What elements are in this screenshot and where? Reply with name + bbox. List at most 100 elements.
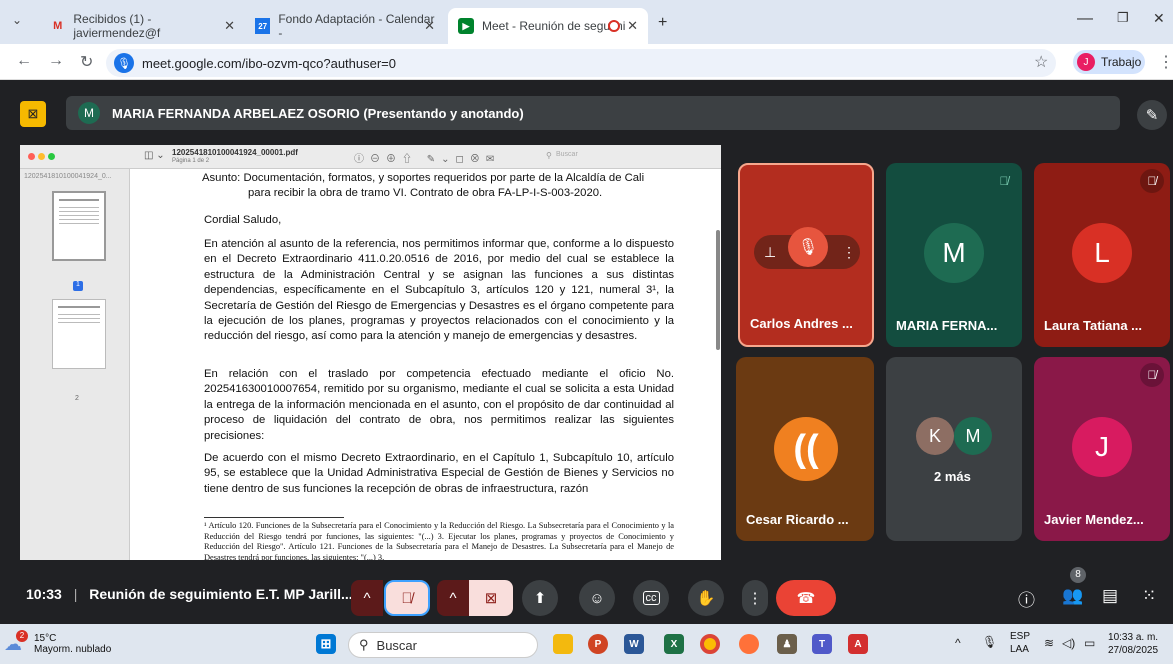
participant-tile[interactable]: 🎙̸ M MARIA FERNA... [886,163,1022,347]
url-text: meet.google.com/ibo-ozvm-qco?authuser=0 [142,55,397,71]
lang-layout: LAA [1010,644,1029,655]
chat-icon[interactable]: ▤ [1102,586,1118,606]
taskbar-clock[interactable]: 10:33 a. m. 27/08/2025 [1108,631,1158,657]
meeting-time: 10:33 [26,586,62,602]
tab-strip: ⌄ M Recibidos (1) - javiermendez@f ✕ 27 … [0,0,1173,44]
doc-paragraph: De acuerdo con el mismo Decreto Extraord… [204,452,674,495]
chrome-icon[interactable] [700,634,720,654]
word-icon[interactable]: W [624,634,644,654]
forward-icon[interactable]: → [48,52,64,70]
excel-icon[interactable]: X [664,634,684,654]
language-indicator[interactable]: ESP LAA [1010,630,1030,656]
page-thumbnail [52,191,106,261]
participant-tile[interactable]: ⊥ 🎙 ⋮ Carlos Andres ... [738,163,874,347]
more-participants-tile[interactable]: K M 2 más [886,357,1022,541]
activities-icon[interactable]: ⁙ [1142,586,1156,606]
pin-icon[interactable]: ⊥ [764,244,776,261]
participant-tile[interactable]: 🎙̸ L Laura Tatiana ... [1034,163,1170,347]
app-icon[interactable]: ♟ [777,634,797,654]
annotate-button[interactable]: ✎ [1137,100,1167,130]
tab-label: Fondo Adaptación - Calendar - [278,12,435,40]
present-off-icon: ⊠ [27,106,39,121]
temperature: 15°C [34,633,57,644]
close-icon[interactable]: ✕ [424,18,435,34]
hand-icon: ✋ [696,590,716,607]
avatar: M [924,223,984,283]
reload-icon[interactable]: ↻ [80,52,93,72]
clock-time: 10:33 a. m. [1108,632,1159,643]
muted-mic-icon: 🎙̸ [1140,169,1164,193]
emoji-icon: ☺ [589,589,605,607]
close-window-icon[interactable]: ✕ [1153,10,1165,27]
participant-tile[interactable]: (( Cesar Ricardo ... [736,357,874,541]
battery-icon[interactable]: ▭ [1084,636,1095,650]
address-bar[interactable]: 🎙 meet.google.com/ibo-ozvm-qco?authuser=… [106,49,1056,77]
tray-overflow-icon[interactable]: ^ [955,636,961,650]
wifi-icon[interactable]: ≋ [1044,636,1054,650]
participant-name: Carlos Andres ... [750,316,853,331]
avatar: (( [774,417,838,481]
tab-search-button[interactable]: ⌄ [12,13,22,27]
restore-icon[interactable]: ❐ [1117,10,1129,26]
close-icon[interactable]: ✕ [224,18,235,34]
more-options-button[interactable]: ⋮ [742,580,768,616]
search-icon: ⚲ [359,637,369,652]
doc-scrollbar[interactable] [716,230,720,350]
kebab-icon: ⋮ [747,590,763,607]
preview-toolbar: ◫ ⌄ 1202541810100041924_00001.pdf Página… [20,145,721,169]
camera-toggle-button[interactable]: ⊠ [469,580,513,616]
site-info-icon[interactable]: 🎙 [114,53,134,73]
profile-button[interactable]: J Trabajo [1073,50,1145,74]
mic-off-icon: 🎙̸ [401,589,413,607]
file-explorer-icon[interactable] [553,634,573,654]
back-icon[interactable]: ← [16,52,32,70]
participant-tile[interactable]: 🎙̸ J Javier Mendez... [1034,357,1170,541]
mic-tray-icon[interactable]: 🎙 [982,635,997,649]
firefox-icon[interactable] [739,634,759,654]
browser-toolbar: ← → ↻ 🎙 meet.google.com/ibo-ozvm-qco?aut… [0,44,1173,80]
captions-button[interactable]: cc [633,580,669,616]
minimize-dot-icon [38,153,45,160]
acrobat-icon[interactable]: A [848,634,868,654]
separator: | [73,586,78,602]
pen-icon: ✎ [1145,107,1159,124]
weather-text: Mayorm. nublado [34,644,112,655]
bookmark-star-icon[interactable]: ☆ [1034,52,1048,72]
stop-presenting-button[interactable]: ⊠ [20,101,46,127]
sidebar-title: 1202541810100041924_0... [24,173,112,180]
close-icon[interactable]: ✕ [627,18,638,34]
tab-calendar[interactable]: 27 Fondo Adaptación - Calendar - ✕ [245,8,445,44]
taskbar-search[interactable]: ⚲ Buscar [348,632,538,658]
people-icon[interactable]: 👥 [1062,586,1083,606]
close-dot-icon [28,153,35,160]
leave-call-button[interactable]: ☎ [776,580,836,616]
video-options-button[interactable]: ^ [437,580,469,616]
audio-options-button[interactable]: ^ [351,580,383,616]
present-button[interactable]: ⬆ [522,580,558,616]
tab-label: Meet - Reunión de seguimi [482,19,626,33]
volume-icon[interactable]: ◁) [1062,636,1075,650]
avatar: K [916,417,954,455]
reactions-button[interactable]: ☺ [579,580,615,616]
windows-start-icon[interactable]: ⊞ [316,634,336,654]
tab-meet[interactable]: ▶ Meet - Reunión de seguimi ✕ [448,8,648,44]
avatar: L [1072,223,1132,283]
speaking-mic-icon[interactable]: 🎙 [788,227,828,267]
powerpoint-icon[interactable]: P [588,634,608,654]
tab-label: Recibidos (1) - javiermendez@f [73,12,161,40]
menu-kebab-icon[interactable]: ⋮ [1158,52,1173,72]
meeting-details-icon[interactable]: ⓘ [1018,586,1035,611]
raise-hand-button[interactable]: ✋ [688,580,724,616]
sidebar-toggle-icon: ◫ ⌄ [144,150,165,161]
weather-widget[interactable]: 15°C Mayorm. nublado [20,633,111,655]
new-tab-button[interactable]: + [658,14,667,32]
presenter-name: MARIA FERNANDA ARBELAEZ OSORIO (Presenta… [112,105,524,121]
more-options-icon[interactable]: ⋮ [842,244,856,261]
minimize-icon[interactable]: — [1077,10,1093,28]
participant-name: MARIA FERNA... [896,318,998,333]
search-placeholder: Buscar [556,151,578,158]
mic-toggle-button[interactable]: 🎙̸ [384,580,430,616]
teams-icon[interactable]: T [812,634,832,654]
tab-gmail[interactable]: M Recibidos (1) - javiermendez@f ✕ [40,8,245,44]
page-thumbnail [52,299,106,369]
